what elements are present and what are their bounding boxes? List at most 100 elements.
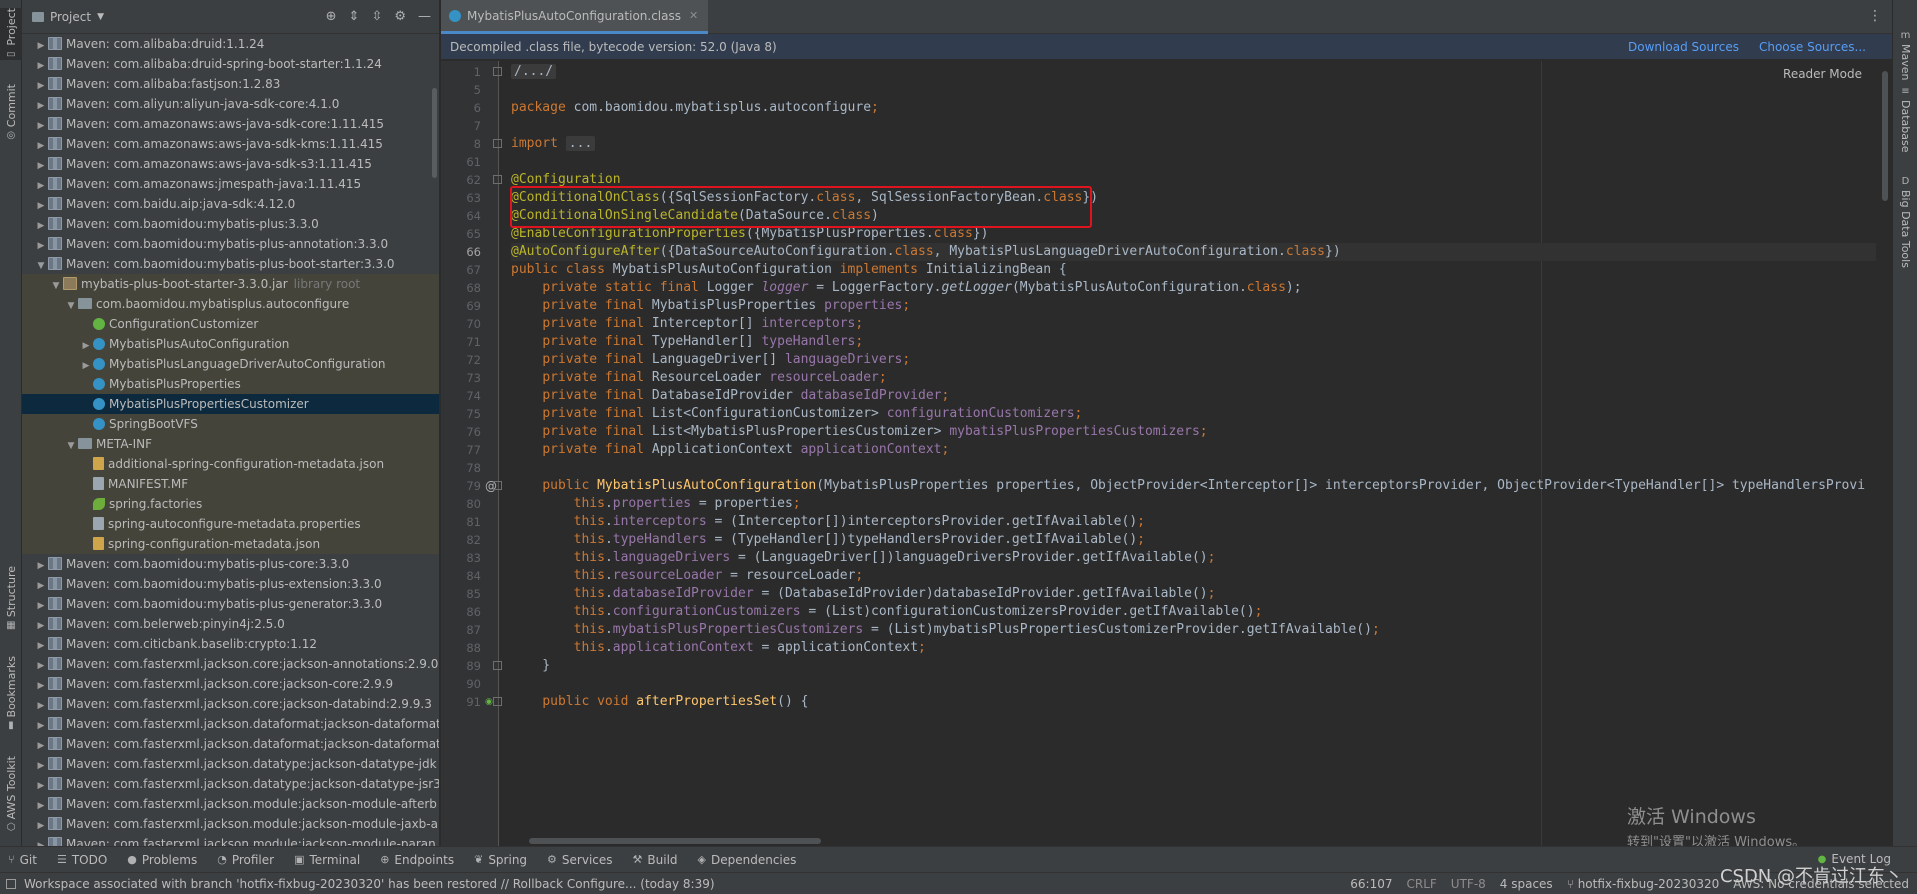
tree-item[interactable]: ▶ Maven: com.fasterxml.jackson.dataformat… [22,734,439,754]
tree-item[interactable]: ▶ Maven: com.amazonaws:jmespath-java:1.11… [22,174,439,194]
left-strip-tab-aws-toolkit[interactable]: AWS Toolkit ⬡ [0,756,22,833]
tree-item[interactable]: ▼ Maven: com.baomidou:mybatis-plus-boot-s… [22,254,439,274]
chevron-right-icon[interactable]: ▶ [34,696,48,716]
toolwindow-build[interactable]: ⚒ Build [633,853,678,867]
toolwindow-todo[interactable]: ☰ TODO [57,853,107,867]
fold-toggle-icon[interactable] [493,481,502,490]
code-line[interactable]: private final MybatisPlusProperties prop… [511,297,1876,315]
chevron-right-icon[interactable]: ▶ [34,196,48,216]
toolwindow-spring[interactable]: ❦ Spring [474,853,527,867]
tree-item[interactable]: ▶ Maven: com.alibaba:druid:1.1.24 [22,34,439,54]
tree-item[interactable]: ▶ Maven: com.fasterxml.jackson.core:jacks… [22,674,439,694]
tree-item[interactable]: ▶ Maven: com.fasterxml.jackson.module:jac… [22,834,439,846]
tree-item[interactable]: ▶ Maven: com.fasterxml.jackson.module:jac… [22,794,439,814]
locate-icon[interactable]: ⊕ [326,9,337,24]
tree-item[interactable]: ▶ Maven: com.amazonaws:aws-java-sdk-s3:1.… [22,154,439,174]
tree-item[interactable]: ▶ Maven: com.baomidou:mybatis-plus-core:3… [22,554,439,574]
chevron-right-icon[interactable]: ▶ [79,356,93,376]
code-line[interactable]: this.properties = properties; [511,495,1876,513]
indent-setting[interactable]: 4 spaces [1500,877,1553,891]
code-line[interactable]: this.mybatisPlusPropertiesCustomizers = … [511,621,1876,639]
left-strip-tab-commit[interactable]: Commit ◎ [0,84,22,141]
chevron-down-icon[interactable]: ▼ [64,296,78,316]
code-line[interactable]: this.applicationContext = applicationCon… [511,639,1876,657]
fold-toggle-icon[interactable] [493,697,502,706]
vertical-scrollbar[interactable] [1882,71,1888,201]
tree-item[interactable]: ▶ Maven: com.amazonaws:aws-java-sdk-core:… [22,114,439,134]
chevron-right-icon[interactable]: ▶ [34,76,48,96]
toolwindow-git[interactable]: ⑂ Git [8,853,37,867]
tree-item[interactable]: spring.factories [22,494,439,514]
tree-item[interactable]: ▶ Maven: com.baomidou:mybatis-plus:3.3.0 [22,214,439,234]
chevron-right-icon[interactable]: ▶ [34,156,48,176]
project-tree[interactable]: ▶ Maven: com.alibaba:druid:1.1.24 ▶ Maven: … [22,34,439,846]
right-strip-tab-database[interactable]: ≡ Database [1893,86,1917,153]
toolwindow-dependencies[interactable]: ◈ Dependencies [698,853,797,867]
right-strip-tab-maven[interactable]: m Maven [1893,30,1917,80]
chevron-right-icon[interactable]: ▶ [34,676,48,696]
tree-item[interactable]: ▶ Maven: com.baomidou:mybatis-plus-annota… [22,234,439,254]
code-line[interactable]: this.configurationCustomizers = (List)co… [511,603,1876,621]
chevron-right-icon[interactable]: ▶ [34,556,48,576]
chevron-right-icon[interactable]: ▶ [34,36,48,56]
code-line[interactable]: } [511,657,1876,675]
tree-item[interactable]: spring-autoconfigure-metadata.properties [22,514,439,534]
line-number-gutter[interactable]: 1 5 6 7 8 61 62 63 64 65 66 67 68 69 70 71 72 73 74 75 76 77 7… [441,61,499,846]
code-line[interactable]: package com.baomidou.mybatisplus.autocon… [511,99,1876,117]
tree-item[interactable]: ▶ Maven: com.fasterxml.jackson.module:jac… [22,814,439,834]
code-line[interactable]: @AutoConfigureAfter({DataSourceAutoConfi… [511,243,1876,261]
code-line[interactable] [511,459,1876,477]
code-line[interactable] [511,81,1876,99]
status-message[interactable]: Workspace associated with branch 'hotfix… [24,877,715,891]
chevron-right-icon[interactable]: ▶ [34,716,48,736]
tree-item[interactable]: ▶ MybatisPlusAutoConfiguration [22,334,439,354]
tree-scrollbar[interactable] [432,88,437,178]
code-line[interactable]: public class MybatisPlusAutoConfiguratio… [511,261,1876,279]
choose-sources-link[interactable]: Choose Sources... [1759,40,1866,54]
left-strip-tab-structure[interactable]: Structure ▦ [0,566,22,631]
tree-item[interactable]: ▶ Maven: com.alibaba:fastjson:1.2.83 [22,74,439,94]
tree-item[interactable]: MybatisPlusProperties [22,374,439,394]
chevron-right-icon[interactable]: ▶ [34,116,48,136]
toolwindow-endpoints[interactable]: ⊕ Endpoints [380,853,454,867]
tree-item[interactable]: spring-configuration-metadata.json [22,534,439,554]
chevron-right-icon[interactable]: ▶ [34,176,48,196]
cursor-position[interactable]: 66:107 [1350,877,1392,891]
tree-item[interactable]: ▼ mybatis-plus-boot-starter-3.3.0.jar libr… [22,274,439,294]
code-line[interactable]: private final ResourceLoader resourceLoa… [511,369,1876,387]
fold-toggle-icon[interactable] [493,175,502,184]
code-line[interactable]: private final LanguageDriver[] languageD… [511,351,1876,369]
file-encoding[interactable]: UTF-8 [1451,877,1486,891]
project-view-selector[interactable]: Project [50,10,91,24]
code-area[interactable]: 1 5 6 7 8 61 62 63 64 65 66 67 68 69 70 71 72 73 74 75 76 77 7… [441,61,1892,846]
tree-item[interactable]: ▶ Maven: com.citicbank.baselib:crypto:1.1… [22,634,439,654]
code-line[interactable]: public MybatisPlusAutoConfiguration(Myba… [511,477,1876,495]
toolwindow-terminal[interactable]: ▣ Terminal [294,853,360,867]
override-gutter-icon[interactable]: ◉ [485,693,493,711]
chevron-right-icon[interactable]: ▶ [34,236,48,256]
more-vertical-icon[interactable]: ⋮ [1868,8,1882,24]
tree-item[interactable]: ▶ Maven: com.amazonaws:aws-java-sdk-kms:1… [22,134,439,154]
chevron-right-icon[interactable]: ▶ [34,56,48,76]
chevron-right-icon[interactable]: ▶ [79,336,93,356]
chevron-down-icon[interactable]: ▼ [49,276,63,296]
code-line[interactable]: this.languageDrivers = (LanguageDriver[]… [511,549,1876,567]
tree-item[interactable]: ▼ META-INF [22,434,439,454]
code-line[interactable]: private final List<MybatisPlusProperties… [511,423,1876,441]
fold-toggle-icon[interactable] [493,67,502,76]
code-line[interactable]: this.interceptors = (Interceptor[])inter… [511,513,1876,531]
code-line[interactable]: private final Interceptor[] interceptors… [511,315,1876,333]
tree-item[interactable]: ConfigurationCustomizer [22,314,439,334]
tree-item[interactable]: additional-spring-configuration-metadata… [22,454,439,474]
tree-item[interactable]: ▶ Maven: com.fasterxml.jackson.datatype:j… [22,754,439,774]
code-line[interactable] [511,117,1876,135]
reader-mode-toggle[interactable]: Reader Mode [1783,67,1862,81]
code-line[interactable] [511,153,1876,171]
chevron-right-icon[interactable]: ▶ [34,636,48,656]
tree-item[interactable]: MANIFEST.MF [22,474,439,494]
code-line[interactable]: private final List<ConfigurationCustomiz… [511,405,1876,423]
code-line[interactable]: private static final Logger logger = Log… [511,279,1876,297]
chevron-down-icon[interactable]: ▼ [97,12,104,22]
code-line[interactable]: /.../ [511,63,1876,81]
fold-toggle-icon[interactable] [493,661,502,670]
